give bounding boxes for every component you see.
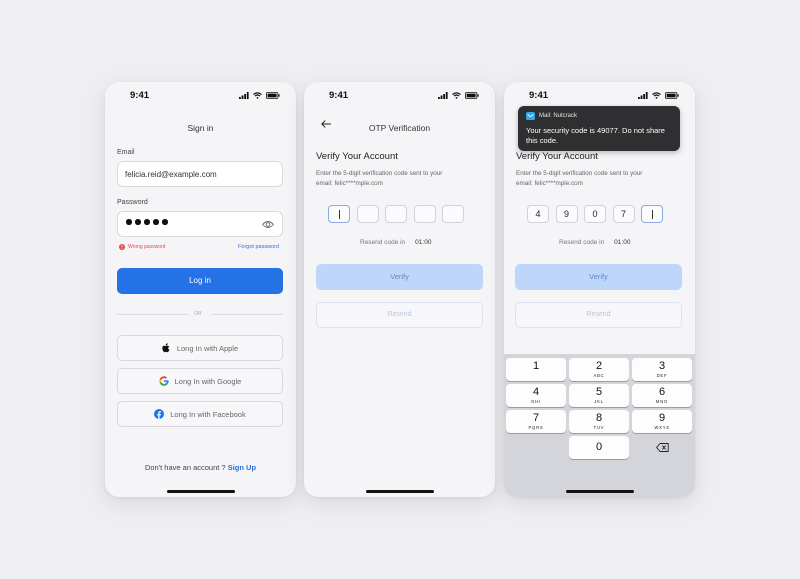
home-indicator: [167, 490, 235, 493]
google-login-button[interactable]: Long In with Google: [117, 368, 283, 394]
apple-icon: [162, 343, 170, 353]
login-button[interactable]: Log in: [117, 268, 283, 294]
resend-label: Resend code in: [360, 239, 406, 246]
resend-timer: 01:00: [614, 239, 631, 246]
divider-right: [211, 314, 283, 315]
status-bar: 9:41: [304, 90, 495, 104]
wifi-icon: [652, 92, 661, 99]
facebook-login-button[interactable]: Long In with Facebook: [117, 401, 283, 427]
otp-screen: 9:41 OTP Verification Verify Your Accoun…: [304, 82, 495, 497]
key-5[interactable]: 5 JKL: [569, 384, 629, 407]
apple-login-button[interactable]: Long In with Apple: [117, 335, 283, 361]
google-login-label: Long In with Google: [174, 376, 242, 386]
error-icon: [119, 244, 125, 250]
divider-left: [117, 314, 189, 315]
key-4[interactable]: 4 GHI: [506, 384, 566, 407]
battery-icon: [266, 92, 280, 99]
notification-message: Your security code is 49077. Do not shar…: [526, 126, 665, 145]
verify-button[interactable]: Verify: [316, 264, 483, 290]
otp-digit-1[interactable]: 4: [527, 205, 549, 223]
resend-label: Resend code in: [559, 239, 605, 246]
status-time: 9:41: [130, 90, 150, 101]
status-time: 9:41: [329, 90, 349, 101]
error-message: Wrong password: [119, 244, 165, 250]
battery-icon: [665, 92, 679, 99]
key-3[interactable]: 3 DEF: [632, 358, 692, 381]
home-indicator: [566, 490, 634, 493]
mail-notification[interactable]: Mail: Nutcrack Your security code is 490…: [518, 106, 680, 151]
eye-icon[interactable]: [262, 220, 274, 229]
email-field[interactable]: felicia.reid@example.com: [117, 161, 283, 187]
error-text: Wrong password: [128, 244, 166, 250]
signal-icon: [239, 92, 249, 99]
backspace-icon[interactable]: [656, 443, 669, 452]
page-title: Sign in: [187, 123, 214, 133]
wifi-icon: [452, 92, 461, 99]
password-label: Password: [117, 199, 148, 206]
or-text: OR: [194, 311, 202, 317]
otp-digit-2[interactable]: [356, 205, 379, 223]
sign-in-screen: 9:41 Sign in Email felicia.reid@example.…: [105, 82, 296, 497]
numeric-keypad: 1 2 ABC 3 DEF 4 GHI 5 JKL 6 MNO 7 PQRS 8 TUV 9W…: [504, 354, 695, 497]
battery-icon: [465, 92, 479, 99]
otp-input-group: 4 9 0 7: [527, 205, 663, 223]
resend-timer: 01:00: [415, 239, 432, 246]
status-time: 9:41: [529, 90, 549, 101]
nav-title: OTP Verification: [368, 123, 431, 133]
home-indicator: [366, 490, 434, 493]
otp-digit-4[interactable]: 7: [612, 205, 635, 223]
notification-app-name: Mail: Nutcrack: [539, 113, 578, 119]
signal-icon: [638, 92, 648, 99]
verify-heading: Verify Your Account: [516, 151, 598, 162]
key-7[interactable]: 7 PQRS: [506, 410, 566, 433]
key-8[interactable]: 8 TUV: [569, 410, 629, 433]
otp-digit-2[interactable]: 9: [555, 205, 578, 223]
status-bar: 9:41: [105, 90, 296, 104]
key-1[interactable]: 1: [506, 358, 566, 381]
forgot-password-link[interactable]: Forgot password: [238, 244, 279, 250]
otp-digit-3[interactable]: [385, 205, 407, 223]
password-dots: [126, 219, 168, 225]
verify-button[interactable]: Verify: [515, 264, 682, 290]
wifi-icon: [253, 92, 262, 99]
google-icon: [158, 376, 169, 386]
otp-digit-3[interactable]: 0: [584, 205, 606, 223]
key-2[interactable]: 2 ABC: [569, 358, 629, 381]
key-6[interactable]: 6 MNO: [632, 384, 692, 407]
otp-filled-screen: 9:41 Verify Your Account Enter the 5-dig…: [504, 82, 695, 497]
otp-digit-5[interactable]: [442, 205, 464, 223]
signal-icon: [438, 92, 448, 99]
verify-heading: Verify Your Account: [316, 151, 398, 162]
resend-timer-row: Resend code in 01:00: [360, 239, 431, 246]
resend-button[interactable]: Resend: [515, 302, 682, 328]
notification-app: Mail: Nutcrack: [526, 112, 577, 120]
key-0[interactable]: 0: [569, 436, 629, 459]
key-9[interactable]: 9 WXYZ: [632, 410, 692, 433]
mail-icon: [526, 112, 535, 120]
screens-showcase: 9:41 Sign in Email felicia.reid@example.…: [0, 0, 800, 579]
resend-timer-row: Resend code in 01:00: [559, 239, 630, 246]
verify-description: Enter the 5-digit verification code sent…: [316, 170, 443, 187]
status-bar: 9:41: [504, 90, 695, 104]
otp-input-group: [328, 205, 464, 223]
signup-prompt-text: Don't have an account ?: [144, 463, 226, 472]
facebook-icon: [154, 409, 165, 419]
otp-digit-1[interactable]: [328, 205, 350, 223]
email-value: felicia.reid@example.com: [125, 170, 217, 179]
otp-digit-4[interactable]: [413, 205, 436, 223]
email-label: Email: [117, 149, 135, 156]
verify-description: Enter the 5-digit verification code sent…: [516, 170, 643, 187]
apple-login-label: Long In with Apple: [176, 343, 239, 353]
otp-digit-5[interactable]: [641, 205, 663, 223]
facebook-login-label: Long In with Facebook: [170, 409, 246, 419]
password-field[interactable]: [117, 211, 283, 237]
resend-button[interactable]: Resend: [316, 302, 483, 328]
signup-link[interactable]: Sign Up: [228, 463, 256, 472]
signup-prompt: Don't have an account ? Sign Up: [105, 463, 296, 472]
